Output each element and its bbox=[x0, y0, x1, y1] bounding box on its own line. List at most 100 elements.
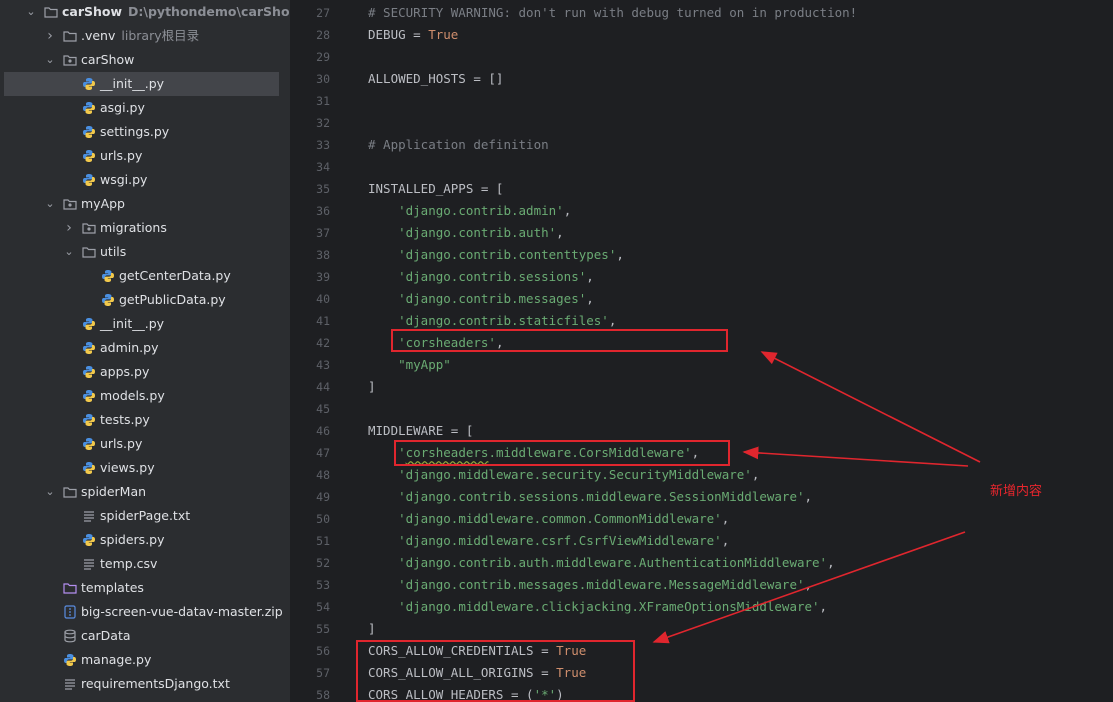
code-token: , bbox=[804, 577, 813, 592]
code-line[interactable]: # SECURITY WARNING: don't run with debug… bbox=[368, 2, 857, 24]
tree-item[interactable]: getCenterData.py bbox=[0, 264, 290, 288]
code-line[interactable]: 'django.middleware.csrf.CsrfViewMiddlewa… bbox=[368, 530, 729, 552]
code-line[interactable]: 'django.contrib.auth.middleware.Authenti… bbox=[368, 552, 835, 574]
tree-item[interactable]: admin.py bbox=[0, 336, 290, 360]
tree-item-label: carShow D:\pythondemo\carShow bbox=[62, 0, 290, 24]
tree-item[interactable]: urls.py bbox=[0, 144, 290, 168]
tree-item[interactable]: models.py bbox=[0, 384, 290, 408]
code-line[interactable]: ALLOWED_HOSTS = [] bbox=[368, 68, 503, 90]
tree-item[interactable]: spiderPage.txt bbox=[0, 504, 290, 528]
highlight-box-cors-middleware bbox=[394, 440, 730, 466]
code-line[interactable]: 'django.contrib.contenttypes', bbox=[368, 244, 624, 266]
tree-item-label: __init__.py bbox=[100, 76, 165, 91]
line-number: 40 bbox=[316, 292, 330, 306]
code-line[interactable]: MIDDLEWARE = [ bbox=[368, 420, 473, 442]
tree-item[interactable]: getPublicData.py bbox=[0, 288, 290, 312]
tree-item[interactable]: views.py bbox=[0, 456, 290, 480]
tree-item-label: temp.csv bbox=[100, 556, 158, 571]
code-line[interactable]: 'django.middleware.clickjacking.XFrameOp… bbox=[368, 596, 827, 618]
tree-item[interactable]: wsgi.py bbox=[0, 168, 290, 192]
tree-item[interactable]: carData bbox=[0, 624, 290, 648]
tree-item[interactable]: apps.py bbox=[0, 360, 290, 384]
tree-item-label: carData bbox=[81, 628, 131, 643]
tree-item[interactable]: tests.py bbox=[0, 408, 290, 432]
tree-item[interactable]: ⌄ spiderMan bbox=[0, 480, 290, 504]
code-token: , bbox=[827, 555, 835, 570]
line-number: 53 bbox=[316, 578, 330, 592]
code-token: 'django.contrib.messages.middleware.Mess… bbox=[398, 577, 805, 592]
tree-item[interactable]: asgi.py bbox=[0, 96, 290, 120]
code-token: 'django.contrib.contenttypes' bbox=[398, 247, 617, 262]
tree-item[interactable]: ⌄ myApp bbox=[0, 192, 290, 216]
code-token: # SECURITY WARNING: don't run with debug… bbox=[368, 5, 858, 20]
tree-item[interactable]: temp.csv bbox=[0, 552, 290, 576]
tree-item[interactable]: settings.py bbox=[0, 120, 290, 144]
line-number: 34 bbox=[316, 160, 330, 174]
line-number: 33 bbox=[316, 138, 330, 152]
tree-item-label: views.py bbox=[100, 460, 155, 475]
code-token: # Application definition bbox=[368, 137, 549, 152]
tree-item-label: spiderMan bbox=[81, 484, 147, 499]
code-token: 'django.middleware.csrf.CsrfViewMiddlewa… bbox=[398, 533, 722, 548]
code-token: , bbox=[586, 291, 594, 306]
tree-item-label: spiders.py bbox=[100, 532, 165, 547]
line-number: 50 bbox=[316, 512, 330, 526]
code-line[interactable]: 'django.middleware.security.SecurityMidd… bbox=[368, 464, 759, 486]
tree-item[interactable]: spiders.py bbox=[0, 528, 290, 552]
code-line[interactable]: # Application definition bbox=[368, 134, 549, 156]
package-icon bbox=[82, 221, 96, 235]
templates-folder-icon bbox=[63, 581, 77, 595]
code-token: 'django.middleware.clickjacking.XFrameOp… bbox=[398, 599, 820, 614]
line-number: 52 bbox=[316, 556, 330, 570]
code-line[interactable]: 'django.contrib.sessions.middleware.Sess… bbox=[368, 486, 812, 508]
tree-item[interactable]: big-screen-vue-datav-master.zip bbox=[0, 600, 290, 624]
tree-item[interactable]: urls.py bbox=[0, 432, 290, 456]
tree-item-label: asgi.py bbox=[100, 100, 145, 115]
code-line[interactable]: DEBUG = True bbox=[368, 24, 458, 46]
line-number: 46 bbox=[316, 424, 330, 438]
code-line[interactable]: "myApp" bbox=[368, 354, 451, 376]
tree-item[interactable]: ⌄ carShow bbox=[0, 48, 290, 72]
code-line[interactable]: 'django.contrib.messages', bbox=[368, 288, 594, 310]
tree-item[interactable]: ⌄ utils bbox=[0, 240, 290, 264]
chevron-right-icon[interactable]: › bbox=[43, 24, 57, 48]
tree-item-label: apps.py bbox=[100, 364, 150, 379]
line-number: 44 bbox=[316, 380, 330, 394]
chevron-down-icon[interactable]: ⌄ bbox=[43, 48, 57, 72]
code-token: INSTALLED_APPS = [ bbox=[368, 181, 504, 196]
code-line[interactable]: 'django.contrib.sessions', bbox=[368, 266, 594, 288]
line-number: 42 bbox=[316, 336, 330, 350]
tree-item[interactable]: › .venv library根目录 bbox=[0, 24, 290, 48]
tree-item-label: manage.py bbox=[81, 652, 152, 667]
database-icon bbox=[63, 629, 77, 643]
tree-item[interactable]: __init__.py bbox=[0, 312, 290, 336]
line-number: 38 bbox=[316, 248, 330, 262]
tree-item-label: templates bbox=[81, 580, 144, 595]
tree-item-hint: library根目录 bbox=[121, 28, 200, 43]
code-line[interactable]: 'django.contrib.auth', bbox=[368, 222, 564, 244]
tree-item[interactable]: ⌄ carShow D:\pythondemo\carShow bbox=[0, 0, 290, 24]
tree-item[interactable]: manage.py bbox=[0, 648, 290, 672]
code-line[interactable]: 'django.contrib.admin', bbox=[368, 200, 571, 222]
tree-item[interactable]: templates bbox=[0, 576, 290, 600]
tree-item[interactable]: › migrations bbox=[0, 216, 290, 240]
chevron-down-icon[interactable]: ⌄ bbox=[62, 240, 76, 264]
chevron-down-icon[interactable]: ⌄ bbox=[43, 480, 57, 504]
chevron-down-icon[interactable]: ⌄ bbox=[24, 0, 38, 24]
code-token: , bbox=[586, 269, 594, 284]
chevron-right-icon[interactable]: › bbox=[62, 216, 76, 240]
code-line[interactable]: ] bbox=[368, 376, 376, 398]
code-line[interactable]: ] bbox=[368, 618, 376, 640]
code-line[interactable]: 'django.middleware.common.CommonMiddlewa… bbox=[368, 508, 729, 530]
python-file-icon bbox=[82, 365, 96, 379]
tree-item[interactable]: requirementsDjango.txt bbox=[0, 672, 290, 696]
code-token: 'django.middleware.common.CommonMiddlewa… bbox=[398, 511, 722, 526]
tree-item[interactable]: __init__.py bbox=[4, 72, 279, 96]
code-line[interactable]: 'django.contrib.messages.middleware.Mess… bbox=[368, 574, 812, 596]
python-file-icon bbox=[82, 389, 96, 403]
code-line[interactable]: INSTALLED_APPS = [ bbox=[368, 178, 503, 200]
tree-item-label: settings.py bbox=[100, 124, 170, 139]
chevron-down-icon[interactable]: ⌄ bbox=[43, 192, 57, 216]
